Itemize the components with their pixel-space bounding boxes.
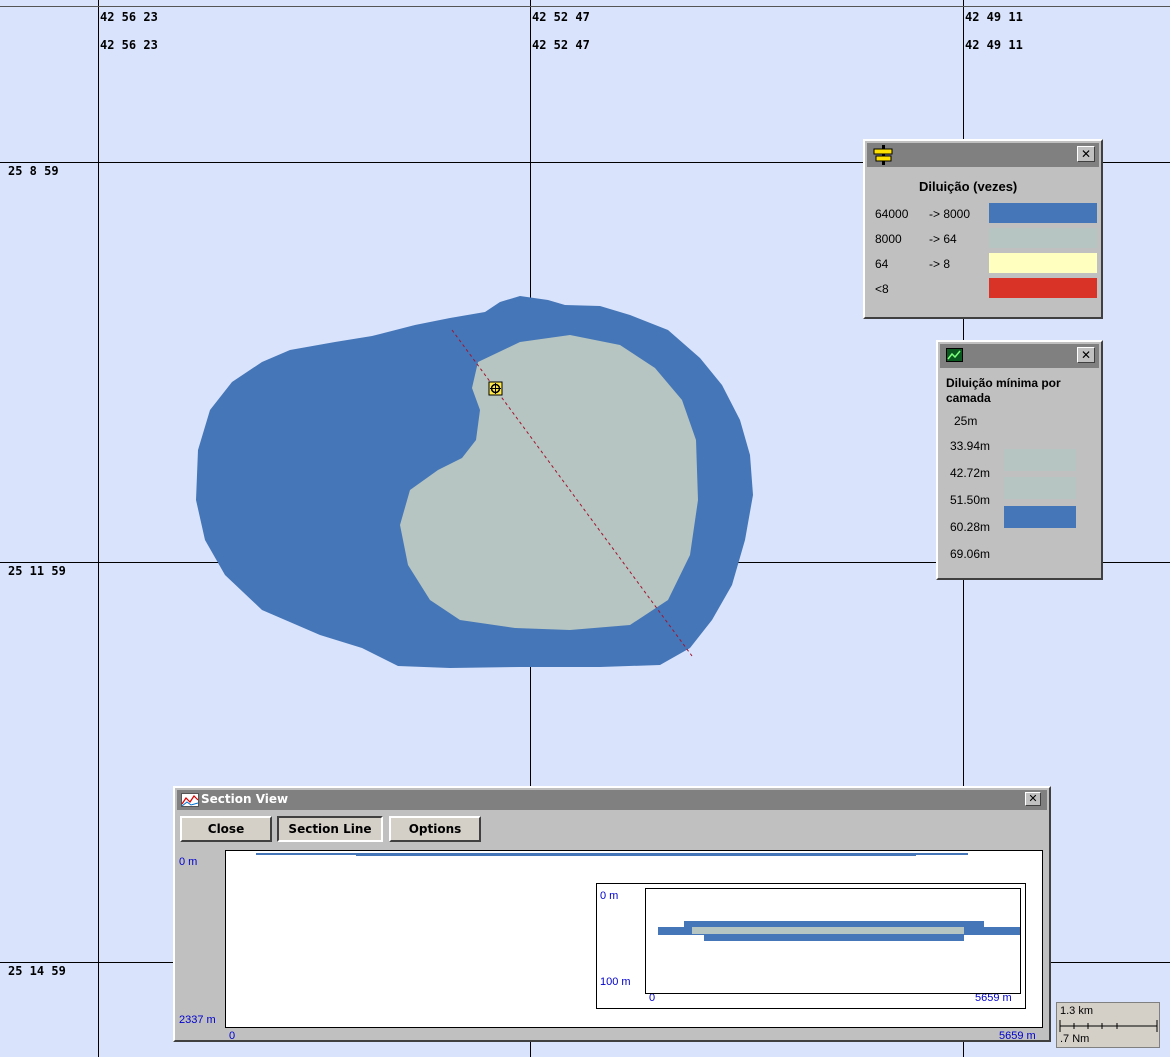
depth-label: 42.72m bbox=[950, 466, 991, 480]
legend-range-to: -> 8 bbox=[929, 257, 951, 271]
layer-swatch bbox=[1004, 477, 1076, 499]
legend-swatch bbox=[989, 228, 1097, 248]
section-main-plot[interactable]: 0 m 100 m 0 5659 m bbox=[225, 850, 1043, 1028]
close-button[interactable]: Close bbox=[180, 816, 272, 842]
scale-km-label: 1.3 km bbox=[1060, 1005, 1094, 1017]
options-button[interactable]: Options bbox=[389, 816, 481, 842]
signpost-icon bbox=[873, 145, 893, 165]
scale-nm-label: .7 Nm bbox=[1060, 1033, 1090, 1045]
main-x-right-label: 5659 m bbox=[999, 1030, 1036, 1042]
main-y-bottom-label: 2337 m bbox=[179, 1014, 216, 1026]
dilution-legend-title: Diluição (vezes) bbox=[919, 179, 1018, 194]
legend-range-from: 64000 bbox=[875, 207, 909, 221]
layer-legend-title-line2: camada bbox=[946, 391, 991, 405]
depth-label: 25m bbox=[954, 414, 978, 428]
legend-swatch bbox=[989, 278, 1097, 298]
section-layer-bottom bbox=[704, 933, 964, 941]
layer-legend-title-line1: Diluição mínima por bbox=[946, 376, 1061, 390]
section-chart-icon bbox=[181, 793, 199, 807]
legend-range-from: 64 bbox=[875, 257, 889, 271]
section-view-title: Section View bbox=[201, 792, 289, 806]
main-y-top-label: 0 m bbox=[179, 856, 198, 868]
layer-swatch bbox=[1004, 449, 1076, 471]
layer-swatch bbox=[1004, 506, 1076, 528]
legend-range-from: 8000 bbox=[875, 232, 902, 246]
scale-bar: 1.3 km .7 Nm bbox=[1056, 1002, 1160, 1048]
depth-label: 60.28m bbox=[950, 520, 991, 534]
layer-legend-window[interactable]: ✕ Diluição mínima por camada 25m 33.94m … bbox=[936, 340, 1103, 580]
section-layer-core bbox=[692, 927, 964, 934]
inset-y-bottom-label: 100 m bbox=[600, 976, 631, 988]
close-icon[interactable]: ✕ bbox=[1077, 347, 1095, 363]
depth-label: 33.94m bbox=[950, 439, 991, 453]
dilution-legend-window[interactable]: ✕ Diluição (vezes) 64000 -> 8000 8000 ->… bbox=[863, 139, 1103, 319]
depth-label: 69.06m bbox=[950, 547, 991, 561]
layer-legend-titlebar[interactable]: ✕ bbox=[940, 344, 1099, 368]
legend-swatch bbox=[989, 253, 1097, 273]
legend-swatch bbox=[989, 203, 1097, 223]
legend-titlebar[interactable]: ✕ bbox=[867, 143, 1099, 167]
scale-ruler bbox=[1059, 1020, 1158, 1032]
legend-range-to: -> 8000 bbox=[929, 207, 971, 221]
section-view-titlebar[interactable]: Section View ✕ bbox=[177, 790, 1047, 810]
inset-y-top-label: 0 m bbox=[600, 890, 619, 902]
surface-plume-core bbox=[356, 854, 916, 856]
depth-label: 51.50m bbox=[950, 493, 991, 507]
legend-range-from: <8 bbox=[875, 282, 889, 296]
close-icon[interactable]: ✕ bbox=[1025, 792, 1041, 806]
section-view-window[interactable]: Section View ✕ Close Section Line Option… bbox=[173, 786, 1051, 1042]
inset-section-plot bbox=[645, 888, 1021, 994]
chart-monitor-icon bbox=[946, 348, 963, 362]
legend-range-to: -> 64 bbox=[929, 232, 957, 246]
close-icon[interactable]: ✕ bbox=[1077, 146, 1095, 162]
main-x-left-label: 0 bbox=[229, 1030, 236, 1042]
section-inset-frame: 0 m 100 m 0 5659 m bbox=[596, 883, 1026, 1009]
section-line-button[interactable]: Section Line bbox=[277, 816, 383, 842]
